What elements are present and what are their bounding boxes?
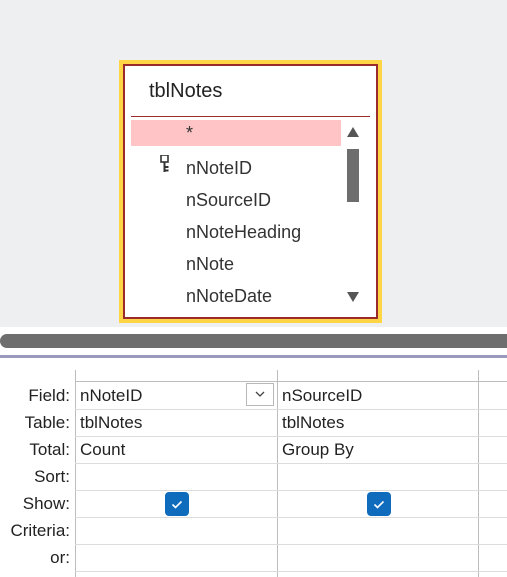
field-list: * nNoteID nSourceID nNoteHeading nNote n… xyxy=(131,120,341,307)
primary-key-icon xyxy=(160,155,169,172)
row-label-or: or: xyxy=(50,548,70,567)
query-design-pane: tblNotes * nNoteID nSourceID nNoteHeadin… xyxy=(0,0,507,327)
field-item-all[interactable]: * xyxy=(131,120,341,146)
column-divider xyxy=(478,370,479,577)
row-label-show: Show: xyxy=(22,494,70,513)
column-selector-1[interactable] xyxy=(75,370,277,382)
field-list-scrollbar[interactable] xyxy=(343,120,363,307)
field-item-label: nNoteHeading xyxy=(186,222,302,242)
field-item-nnoteid[interactable]: nNoteID xyxy=(131,152,341,184)
table-title[interactable]: tblNotes xyxy=(149,80,222,103)
field-item-label: nSourceID xyxy=(186,190,272,210)
table-cell-2[interactable]: tblNotes xyxy=(282,409,476,436)
show-checkbox-1[interactable] xyxy=(165,492,189,516)
table-field-list-body: tblNotes * nNoteID nSourceID nNoteHeadin… xyxy=(123,64,378,319)
field-cell-1[interactable]: nNoteID xyxy=(80,382,245,409)
or-cell-2[interactable] xyxy=(282,544,476,571)
row-label-total: Total: xyxy=(29,440,70,459)
column-divider xyxy=(277,370,278,577)
sort-cell-1[interactable] xyxy=(80,463,275,490)
show-checkbox-2[interactable] xyxy=(367,492,391,516)
field-cell-2[interactable]: nSourceID xyxy=(282,382,476,409)
criteria-cell-2[interactable] xyxy=(282,517,476,544)
field-item-label: nNoteDate xyxy=(186,286,273,306)
pane-splitter[interactable] xyxy=(0,334,507,348)
checkmark-icon xyxy=(171,500,183,509)
chevron-down-icon xyxy=(255,391,265,397)
row-label-criteria: Criteria: xyxy=(10,521,70,540)
or-cell-1[interactable] xyxy=(80,544,275,571)
scroll-thumb[interactable] xyxy=(347,149,359,202)
column-selector-2[interactable] xyxy=(278,370,478,382)
total-cell-1[interactable]: Count xyxy=(80,436,275,463)
field-item-nsourceid[interactable]: nSourceID xyxy=(131,184,341,216)
table-field-list-tblnotes[interactable]: tblNotes * nNoteID nSourceID nNoteHeadin… xyxy=(119,60,382,323)
row-divider xyxy=(75,571,507,572)
row-divider xyxy=(75,490,507,491)
scroll-down-arrow-icon[interactable] xyxy=(346,291,360,303)
table-cell-1[interactable]: tblNotes xyxy=(80,409,275,436)
column-divider xyxy=(75,370,76,577)
total-cell-2[interactable]: Group By xyxy=(282,436,476,463)
field-item-label: * xyxy=(186,123,194,143)
sort-cell-2[interactable] xyxy=(282,463,476,490)
field-item-nnote[interactable]: nNote xyxy=(131,248,341,280)
field-item-nnoteheading[interactable]: nNoteHeading xyxy=(131,216,341,248)
title-divider xyxy=(131,116,370,117)
query-design-grid: Field: Table: Total: Sort: Show: Criteri… xyxy=(0,358,507,577)
row-label-sort: Sort: xyxy=(34,467,70,486)
row-label-table: Table: xyxy=(24,413,70,432)
criteria-cell-1[interactable] xyxy=(80,517,275,544)
field-item-label: nNote xyxy=(186,254,235,274)
checkmark-icon xyxy=(373,500,385,509)
field-dropdown-button[interactable] xyxy=(246,383,274,406)
row-label-field: Field: xyxy=(28,386,70,405)
column-selector-3[interactable] xyxy=(479,370,507,382)
field-item-nnotedate[interactable]: nNoteDate xyxy=(131,280,341,307)
field-item-label: nNoteID xyxy=(186,158,253,178)
scroll-up-arrow-icon[interactable] xyxy=(346,126,360,138)
